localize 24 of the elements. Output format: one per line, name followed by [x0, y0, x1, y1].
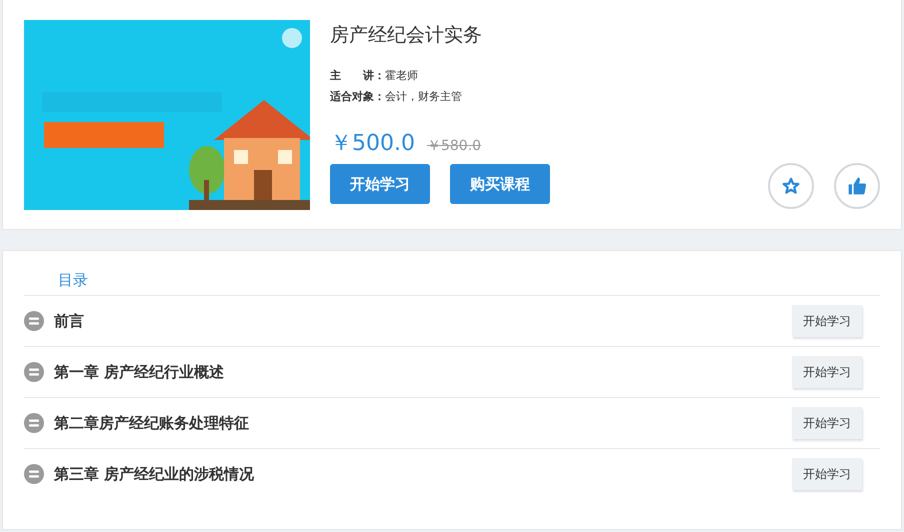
equals-icon	[24, 413, 44, 433]
chapter-title: 前言	[54, 312, 85, 330]
buy-course-button[interactable]: 购买课程	[450, 164, 550, 204]
thumbs-up-icon	[847, 176, 867, 196]
equals-icon	[24, 311, 44, 331]
course-title: 房产经纪会计实务	[330, 23, 483, 48]
price: ￥500.0	[330, 130, 415, 158]
start-learning-button[interactable]: 开始学习	[330, 164, 430, 204]
start-chapter-button[interactable]: 开始学习	[792, 356, 862, 388]
course-meta: 适合对象：会计，财务主管	[330, 89, 463, 104]
equals-icon	[24, 362, 44, 382]
equals-icon	[24, 464, 44, 484]
original-price: ￥580.0	[426, 137, 482, 155]
chapter-title: 第三章 房产经纪业的涉税情况	[54, 464, 256, 484]
catalog-tab[interactable]: 目录	[58, 271, 88, 290]
star-icon	[782, 177, 800, 195]
course-meta: 主 讲：霍老师	[330, 68, 419, 83]
start-chapter-button[interactable]: 开始学习	[792, 458, 862, 490]
like-button[interactable]	[834, 163, 880, 209]
start-chapter-button[interactable]: 开始学习	[792, 407, 862, 439]
chapter-title: 第二章房产经纪账务处理特征	[54, 414, 250, 432]
favorite-button[interactable]	[768, 163, 814, 209]
chapter-title: 第一章 房产经纪行业概述	[54, 362, 226, 382]
start-chapter-button[interactable]: 开始学习	[792, 305, 862, 337]
